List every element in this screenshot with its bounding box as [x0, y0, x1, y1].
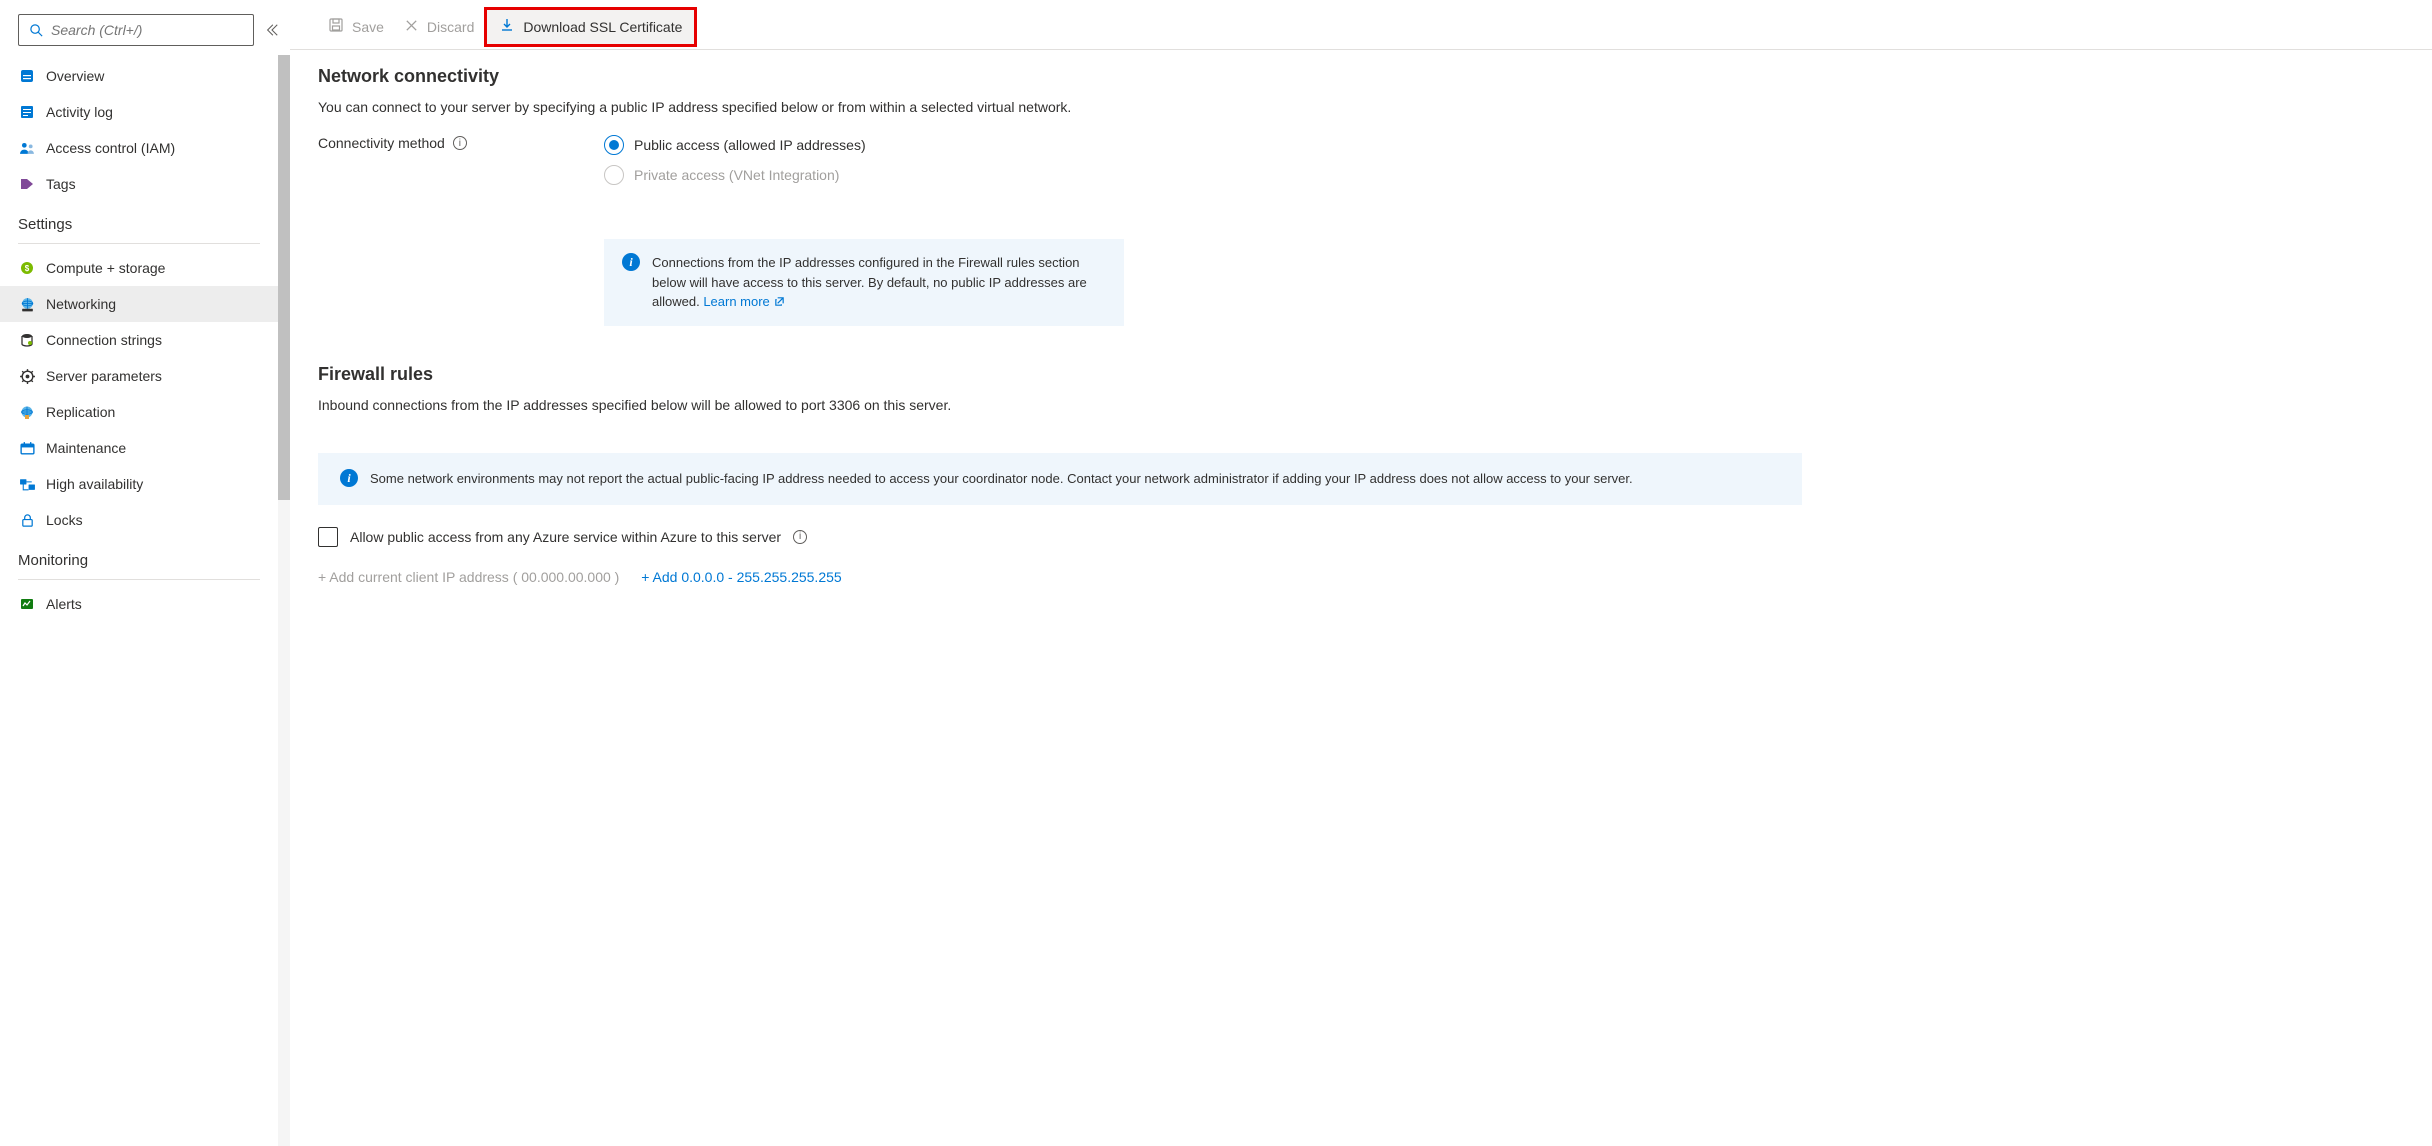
radio-private-access: Private access (VNet Integration)	[604, 165, 1802, 185]
radio-label: Private access (VNet Integration)	[634, 167, 839, 183]
collapse-sidebar-button[interactable]	[262, 20, 282, 40]
nav-label: Connection strings	[46, 332, 162, 348]
firewall-info-banner: i Some network environments may not repo…	[318, 453, 1802, 505]
radio-unselected-icon	[604, 165, 624, 185]
download-ssl-button[interactable]: Download SSL Certificate	[484, 7, 697, 47]
add-ip-range-link[interactable]: + Add 0.0.0.0 - 255.255.255.255	[641, 569, 841, 585]
nav-overview[interactable]: Overview	[18, 58, 290, 94]
replication-icon	[18, 403, 36, 421]
divider	[18, 579, 260, 580]
sidebar-scrollbar-track[interactable]	[278, 55, 290, 1146]
add-client-ip-link: + Add current client IP address ( 00.000…	[318, 569, 619, 585]
info-icon: i	[340, 469, 358, 487]
sidebar-scrollbar-thumb[interactable]	[278, 55, 290, 500]
nav-activity-log[interactable]: Activity log	[18, 94, 290, 130]
connectivity-title: Network connectivity	[318, 66, 1802, 87]
nav-server-parameters[interactable]: Server parameters	[18, 358, 290, 394]
save-label: Save	[352, 19, 384, 35]
nav-tags[interactable]: Tags	[18, 166, 290, 202]
nav-primary-list: Overview Activity log Access control (IA…	[18, 58, 290, 202]
radio-selected-icon	[604, 135, 624, 155]
activity-log-icon	[18, 103, 36, 121]
maintenance-icon	[18, 439, 36, 457]
nav-high-availability[interactable]: High availability	[18, 466, 290, 502]
tags-icon	[18, 175, 36, 193]
connectivity-info-banner: i Connections from the IP addresses conf…	[604, 239, 1124, 326]
connectivity-method-label: Connectivity method i	[318, 135, 604, 151]
nav-settings-list: $ Compute + storage Networking Connectio…	[18, 250, 290, 538]
discard-button[interactable]: Discard	[394, 7, 484, 47]
search-input[interactable]	[51, 22, 245, 38]
nav-networking[interactable]: Networking	[0, 286, 290, 322]
nav-label: Replication	[46, 404, 115, 420]
radio-public-access[interactable]: Public access (allowed IP addresses)	[604, 135, 1802, 155]
nav-label: Networking	[46, 296, 116, 312]
nav-locks[interactable]: Locks	[18, 502, 290, 538]
monitoring-heading: Monitoring	[18, 538, 290, 573]
search-box[interactable]	[18, 14, 254, 46]
save-icon	[328, 17, 344, 36]
connection-strings-icon	[18, 331, 36, 349]
divider	[18, 243, 260, 244]
nav-label: Server parameters	[46, 368, 162, 384]
nav-access-control[interactable]: Access control (IAM)	[18, 130, 290, 166]
settings-heading: Settings	[18, 202, 290, 237]
sidebar: Overview Activity log Access control (IA…	[0, 0, 290, 1146]
nav-label: Activity log	[46, 104, 113, 120]
checkbox-label: Allow public access from any Azure servi…	[350, 529, 781, 545]
firewall-title: Firewall rules	[318, 364, 1802, 385]
discard-icon	[404, 18, 419, 36]
banner-text: Connections from the IP addresses config…	[652, 253, 1106, 312]
nav-alerts[interactable]: Alerts	[18, 586, 290, 622]
allow-azure-checkbox[interactable]: Allow public access from any Azure servi…	[318, 527, 1802, 547]
nav-maintenance[interactable]: Maintenance	[18, 430, 290, 466]
info-icon[interactable]: i	[453, 136, 467, 150]
locks-icon	[18, 511, 36, 529]
nav-replication[interactable]: Replication	[18, 394, 290, 430]
nav-connection-strings[interactable]: Connection strings	[18, 322, 290, 358]
search-icon	[27, 21, 45, 39]
nav-label: Overview	[46, 68, 104, 84]
svg-text:$: $	[25, 264, 30, 273]
banner-text: Some network environments may not report…	[370, 469, 1633, 489]
main-content: Save Discard Download SSL Certificate Ne…	[290, 0, 2432, 1146]
alerts-icon	[18, 595, 36, 613]
connectivity-desc: You can connect to your server by specif…	[318, 99, 1802, 115]
access-control-icon	[18, 139, 36, 157]
download-icon	[499, 17, 515, 36]
nav-label: Locks	[46, 512, 83, 528]
nav-label: Maintenance	[46, 440, 126, 456]
compute-storage-icon: $	[18, 259, 36, 277]
radio-label: Public access (allowed IP addresses)	[634, 137, 866, 153]
high-availability-icon	[18, 475, 36, 493]
learn-more-link[interactable]: Learn more	[703, 294, 784, 309]
networking-icon	[18, 295, 36, 313]
download-label: Download SSL Certificate	[523, 19, 682, 35]
checkbox-unchecked-icon	[318, 527, 338, 547]
nav-compute-storage[interactable]: $ Compute + storage	[18, 250, 290, 286]
nav-monitoring-list: Alerts	[18, 586, 290, 622]
firewall-desc: Inbound connections from the IP addresse…	[318, 397, 1802, 413]
nav-label: Tags	[46, 176, 76, 192]
server-parameters-icon	[18, 367, 36, 385]
toolbar: Save Discard Download SSL Certificate	[290, 0, 2432, 50]
nav-label: High availability	[46, 476, 143, 492]
nav-label: Access control (IAM)	[46, 140, 175, 156]
info-icon: i	[622, 253, 640, 271]
discard-label: Discard	[427, 19, 474, 35]
external-link-icon	[774, 293, 785, 313]
save-button[interactable]: Save	[318, 7, 394, 47]
overview-icon	[18, 67, 36, 85]
nav-label: Compute + storage	[46, 260, 165, 276]
nav-label: Alerts	[46, 596, 82, 612]
info-icon[interactable]: i	[793, 530, 807, 544]
